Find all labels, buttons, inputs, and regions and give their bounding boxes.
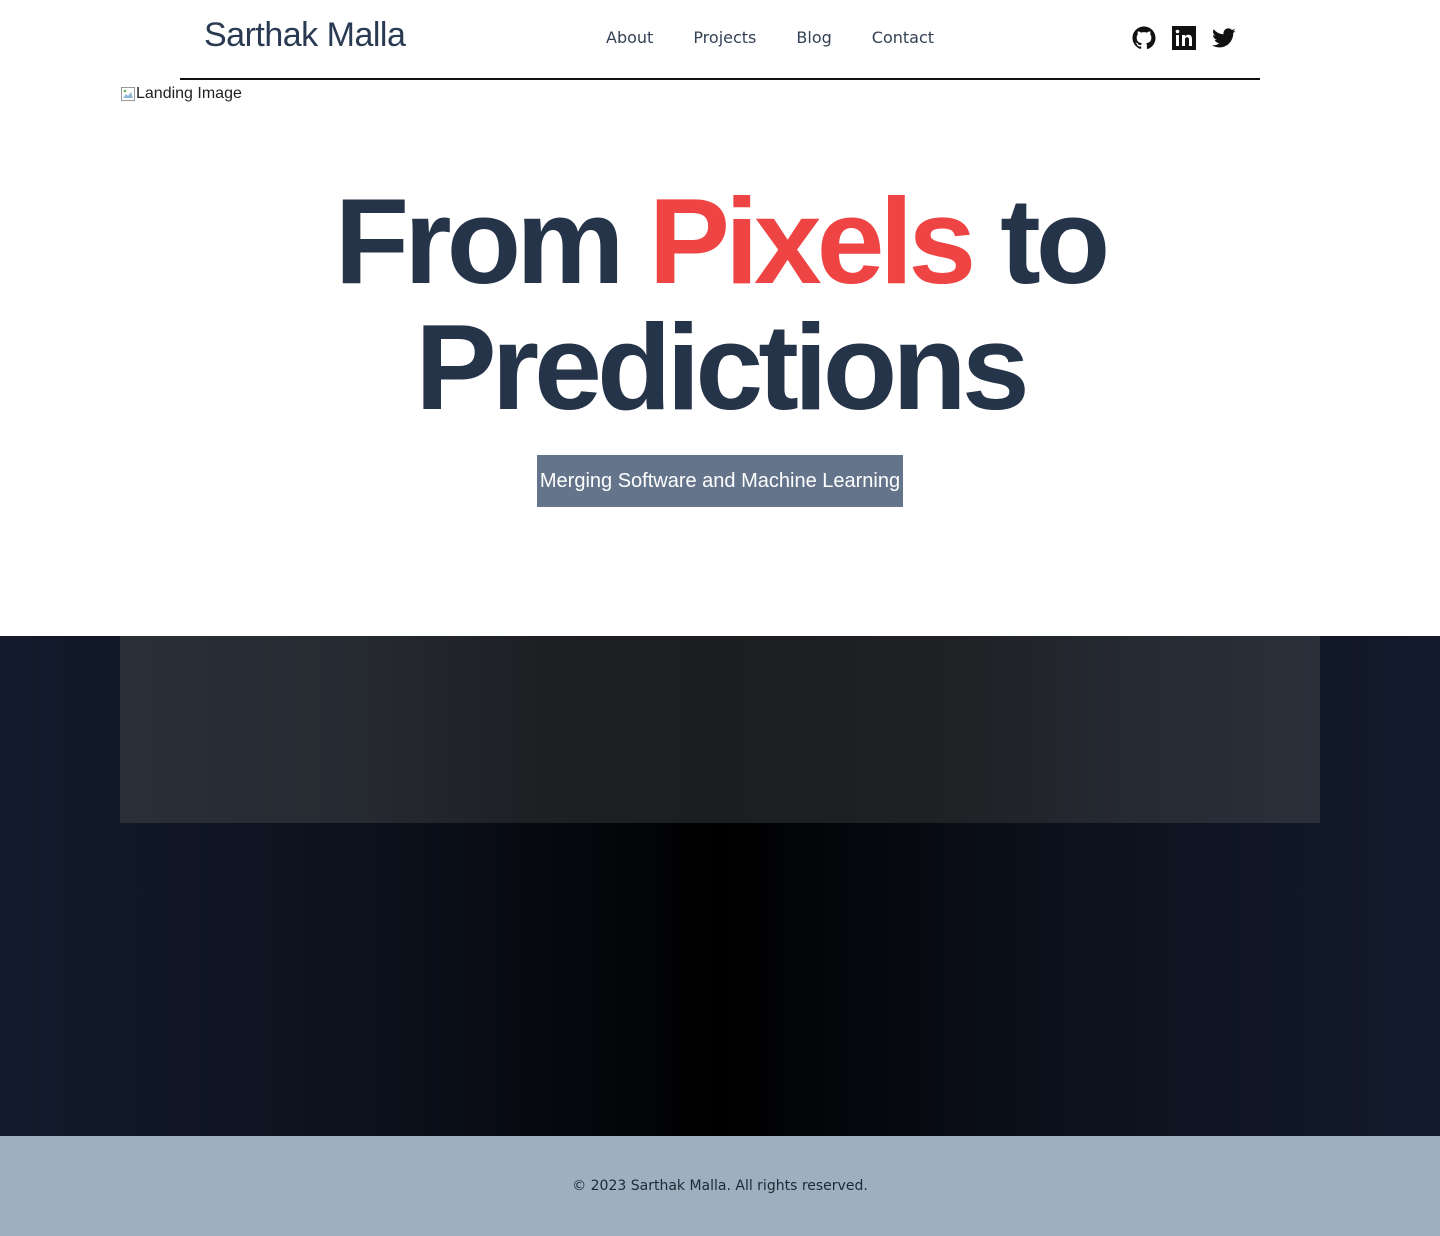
- dark-panel: [120, 636, 1320, 823]
- linkedin-icon[interactable]: [1172, 26, 1196, 50]
- landing-image: Landing Image: [120, 85, 242, 103]
- nav-blog-link[interactable]: Blog: [796, 29, 831, 47]
- main-nav: About Projects Blog Contact: [606, 29, 934, 47]
- broken-image-icon: [120, 86, 136, 102]
- hero-tagline: Merging Software and Machine Learning: [537, 455, 903, 507]
- hero-title: From Pixels to Predictions: [0, 178, 1440, 430]
- twitter-icon[interactable]: [1212, 26, 1236, 50]
- hero-title-accent: Pixels: [648, 173, 977, 309]
- hero-title-part2: to: [971, 173, 1110, 309]
- nav-contact-link[interactable]: Contact: [872, 29, 934, 47]
- brand-name[interactable]: Sarthak Malla: [204, 18, 406, 52]
- hero-title-line2: Predictions: [415, 299, 1029, 435]
- site-header: Sarthak Malla About Projects Blog Contac…: [180, 0, 1260, 80]
- nav-projects-link[interactable]: Projects: [693, 29, 756, 47]
- landing-image-alt-text: Landing Image: [136, 85, 242, 102]
- nav-about-link[interactable]: About: [606, 29, 653, 47]
- footer-copyright: © 2023 Sarthak Malla. All rights reserve…: [572, 1178, 868, 1194]
- site-footer: © 2023 Sarthak Malla. All rights reserve…: [0, 1136, 1440, 1236]
- hero-title-part1: From: [334, 173, 649, 309]
- dark-section: [0, 636, 1440, 1136]
- github-icon[interactable]: [1132, 26, 1156, 50]
- social-links: [1132, 26, 1236, 50]
